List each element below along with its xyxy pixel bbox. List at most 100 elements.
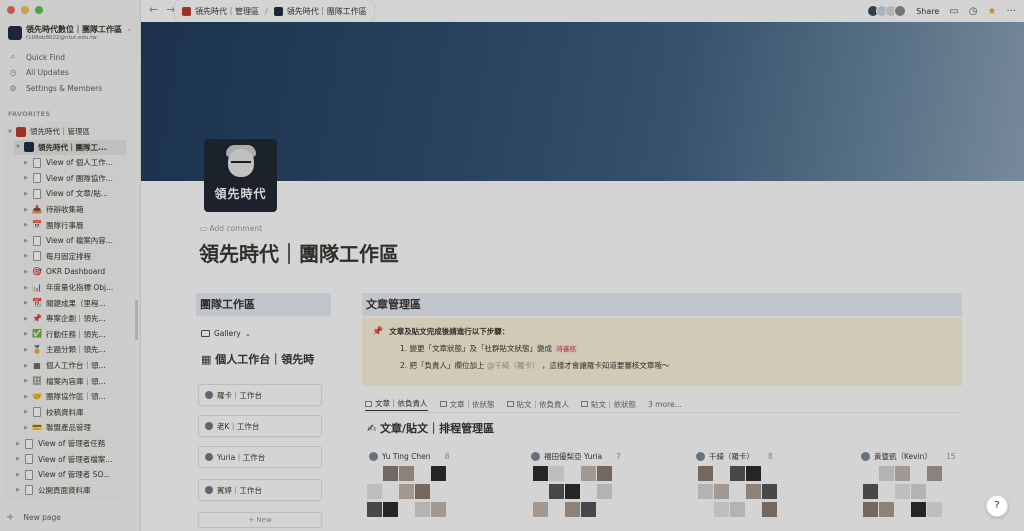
star-icon[interactable]: ★ — [987, 6, 996, 17]
card-thumbnails[interactable] — [863, 466, 955, 524]
sidebar-item[interactable]: ▶ 🤝 團隊協作區｜領... — [22, 389, 126, 404]
right-column-title[interactable]: 文章管理區 — [362, 293, 962, 316]
sidebar-item[interactable]: ▶ 🎯 OKR Dashboard — [22, 264, 126, 279]
sidebar-item[interactable]: ▶ 📥 待辦收集箱 — [22, 202, 126, 217]
more-icon[interactable]: ··· — [1006, 6, 1016, 17]
gallery-card[interactable]: 老K｜工作台 — [198, 415, 322, 437]
workspace-switcher[interactable]: 領先時代數位｜團隊工作區 t108ab8022@ntut.edu.tw ⌃ — [8, 24, 136, 46]
thumbnail-block — [399, 466, 414, 481]
triangle-right-icon[interactable]: ▶ — [22, 394, 30, 400]
gallery-card[interactable]: Yuria｜工作台 — [198, 446, 322, 468]
triangle-right-icon[interactable]: ▶ — [22, 425, 30, 431]
sidebar-item[interactable]: ▶ View of 管理者 SO... — [14, 467, 126, 482]
new-page-button[interactable]: + New page — [6, 512, 61, 523]
page-icon[interactable]: 領先時代 — [204, 139, 277, 212]
sidebar-item[interactable]: ▶ 🗄 檔案內容庫｜領... — [22, 374, 126, 389]
sidebar-item[interactable]: ▼ 領先時代｜管理區 — [6, 124, 126, 139]
quick-find-button[interactable]: ⌕ Quick Find — [8, 50, 65, 64]
board-column-header[interactable]: 福田優梨亞 Yuria 7 — [531, 448, 621, 464]
gallery-heading[interactable]: ▦ 個人工作台｜領先時 — [201, 351, 314, 367]
triangle-right-icon[interactable]: ▶ — [22, 207, 30, 213]
tab-view[interactable]: 文章｜依狀態 — [439, 397, 495, 411]
sidebar-item[interactable]: ▶ View of 個人工作... — [22, 155, 126, 170]
more-views-button[interactable]: 3 more... — [648, 397, 682, 411]
sidebar-item[interactable]: ▶ View of 文章/貼... — [22, 186, 126, 201]
column-name: 黃豐凱（Kevin） — [874, 451, 932, 461]
clock-icon[interactable]: ◷ — [969, 6, 978, 17]
board-heading[interactable]: ✍ 文章/貼文｜排程管理區 — [367, 420, 494, 436]
back-arrow-icon[interactable]: ← — [149, 3, 158, 16]
sidebar-item[interactable]: ▶ 公開頁面資料庫 — [14, 483, 126, 498]
gallery-card[interactable]: 羅卡｜工作台 — [198, 384, 322, 406]
thumbnail-block — [927, 502, 942, 517]
handshake-icon: 🤝 — [32, 391, 42, 401]
triangle-right-icon[interactable]: ▶ — [14, 441, 22, 447]
sidebar-item[interactable]: ▶ 每月固定排程 — [22, 249, 126, 264]
sidebar-item[interactable]: ▶ 💳 聯盟產品管理 — [22, 420, 126, 435]
triangle-right-icon[interactable]: ▶ — [22, 316, 30, 322]
triangle-right-icon[interactable]: ▶ — [22, 285, 30, 291]
triangle-right-icon[interactable]: ▶ — [22, 363, 30, 369]
triangle-right-icon[interactable]: ▶ — [22, 160, 30, 166]
triangle-right-icon[interactable]: ▶ — [22, 409, 30, 415]
gallery-card[interactable]: 賓婷｜工作台 — [198, 479, 322, 501]
sidebar-item[interactable]: ▶ 📅 團隊行事曆 — [22, 218, 126, 233]
triangle-right-icon[interactable]: ▶ — [22, 175, 30, 181]
sidebar-item-label: 年度量化指標 Obj... — [46, 283, 114, 292]
comment-icon[interactable]: ▭ — [949, 6, 958, 17]
maximize-window-button[interactable] — [35, 6, 43, 14]
triangle-right-icon[interactable]: ▶ — [14, 487, 22, 493]
sidebar-scrollbar[interactable] — [135, 300, 138, 340]
sidebar-item[interactable]: ▶ 校稿資料庫 — [22, 405, 126, 420]
gallery-new-button[interactable]: + New — [198, 512, 322, 528]
triangle-right-icon[interactable]: ▶ — [14, 456, 22, 462]
triangle-right-icon[interactable]: ▶ — [22, 222, 30, 228]
settings-members-button[interactable]: ⚙ Settings & Members — [8, 81, 102, 95]
tab-view[interactable]: 貼文｜依負責人 — [506, 397, 569, 411]
add-comment-button[interactable]: ▭ Add comment — [200, 224, 262, 233]
all-updates-button[interactable]: ◷ All Updates — [8, 65, 69, 79]
sidebar-item[interactable]: ▶ View of 檔案內容... — [22, 233, 126, 248]
help-button[interactable]: ? — [986, 495, 1008, 517]
sidebar-item[interactable]: ▶ View of 管理者任務 — [14, 436, 126, 451]
card-thumbnails[interactable] — [367, 466, 459, 524]
triangle-right-icon[interactable]: ▶ — [22, 238, 30, 244]
user-mention[interactable]: @千綺（羅卡） — [487, 361, 540, 370]
triangle-right-icon[interactable]: ▶ — [22, 269, 30, 275]
sidebar-item[interactable]: ▶ View of 團隊協作... — [22, 171, 126, 186]
left-column-title[interactable]: 團隊工作區 — [196, 293, 331, 316]
view-switcher[interactable]: Gallery ⌄ — [201, 329, 251, 338]
triangle-down-icon[interactable]: ▼ — [14, 144, 22, 150]
board-column-header[interactable]: 千綺（羅卡） 8 — [696, 448, 773, 464]
triangle-right-icon[interactable]: ▶ — [14, 472, 22, 478]
triangle-right-icon[interactable]: ▶ — [22, 253, 30, 259]
history-nav: ← → — [149, 3, 175, 16]
sidebar-item[interactable]: ▶ 📆 關鍵成果（里程... — [22, 296, 126, 311]
sidebar-item[interactable]: ▶ 🏅 主題分類｜領先... — [22, 342, 126, 357]
triangle-right-icon[interactable]: ▶ — [22, 378, 30, 384]
triangle-right-icon[interactable]: ▶ — [22, 300, 30, 306]
share-button[interactable]: Share — [916, 7, 939, 16]
breadcrumb-item[interactable]: 領先時代｜管理區 — [195, 6, 259, 17]
close-window-button[interactable] — [7, 6, 15, 14]
sidebar-item[interactable]: ▶ ▦ 個人工作台｜領... — [22, 358, 126, 373]
tab-view[interactable]: 文章｜依負責人 — [365, 397, 428, 411]
sidebar-item[interactable]: ▶ View of 管理者檔案... — [14, 452, 126, 467]
card-thumbnails[interactable] — [533, 466, 625, 524]
triangle-right-icon[interactable]: ▶ — [22, 191, 30, 197]
sidebar-item[interactable]: ▶ 📊 年度量化指標 Obj... — [22, 280, 126, 295]
triangle-right-icon[interactable]: ▶ — [22, 331, 30, 337]
page-title[interactable]: 領先時代｜團隊工作區 — [199, 238, 399, 267]
minimize-window-button[interactable] — [21, 6, 29, 14]
board-column-header[interactable]: Yu Ting Chen 8 — [369, 448, 449, 464]
tab-view[interactable]: 貼文｜依狀態 — [581, 397, 636, 411]
board-column-header[interactable]: 黃豐凱（Kevin） 15 — [861, 448, 955, 464]
collaborator-avatars[interactable] — [867, 5, 907, 17]
triangle-down-icon[interactable]: ▼ — [6, 129, 14, 135]
breadcrumb-item-current[interactable]: 領先時代｜團隊工作區 — [287, 6, 367, 17]
sidebar-item[interactable]: ▶ ✅ 行動任務｜領先... — [22, 327, 126, 342]
card-thumbnails[interactable] — [698, 466, 790, 524]
triangle-right-icon[interactable]: ▶ — [22, 347, 30, 353]
sidebar-item[interactable]: ▶ 📌 專案企劃｜領先... — [22, 311, 126, 326]
sidebar-item[interactable]: ▼ 領先時代｜團隊工... — [14, 139, 126, 155]
